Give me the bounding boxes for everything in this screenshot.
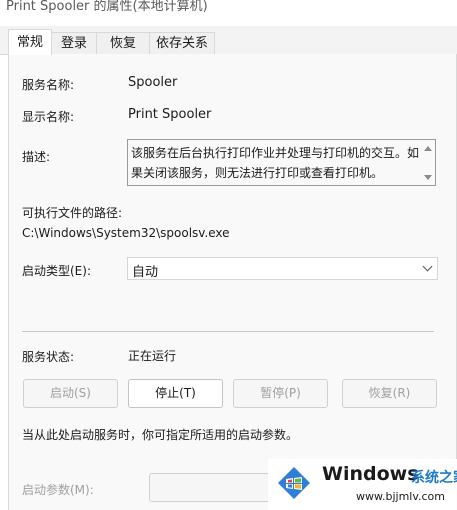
watermark: Windows 系统之家 www.bjjmlv.com xyxy=(268,459,457,510)
description-scrollbar[interactable] xyxy=(421,140,435,185)
scroll-up-icon[interactable] xyxy=(424,146,432,151)
service-name-label: 服务名称: xyxy=(22,78,75,92)
watermark-brand: Windows xyxy=(322,463,419,485)
tab-general[interactable]: 常规 xyxy=(8,29,52,55)
tab-recovery[interactable]: 恢复 xyxy=(96,32,150,54)
service-status-label: 服务状态: xyxy=(22,350,75,364)
tab-strip: 常规 登录 恢复 依存关系 xyxy=(0,26,457,55)
divider xyxy=(22,331,434,332)
pause-button[interactable]: 暂停(P) xyxy=(233,379,328,408)
chevron-down-icon xyxy=(422,261,433,272)
service-name-value: Spooler xyxy=(128,75,178,90)
description-label: 描述: xyxy=(22,150,51,164)
watermark-brand-cn: 系统之家 xyxy=(411,470,457,486)
display-name-value: Print Spooler xyxy=(128,107,212,122)
startup-type-label: 启动类型(E): xyxy=(22,264,91,278)
tab-dependencies[interactable]: 依存关系 xyxy=(149,32,215,54)
display-name-label: 显示名称: xyxy=(22,110,75,124)
executable-path-value: C:\Windows\System32\spoolsv.exe xyxy=(22,226,230,240)
title-bar: Print Spooler 的属性(本地计算机) xyxy=(0,0,457,26)
watermark-url: www.bjjmlv.com xyxy=(356,490,445,503)
window-title: Print Spooler 的属性(本地计算机) xyxy=(6,0,208,14)
stop-button[interactable]: 停止(T) xyxy=(128,379,223,408)
description-text: 该服务在后台执行打印作业并处理与打印机的交互。如果关闭该服务，则无法进行打印或查… xyxy=(131,146,420,180)
windows-logo-icon xyxy=(278,467,310,499)
start-params-input[interactable] xyxy=(149,473,274,502)
executable-path-label: 可执行文件的路径: xyxy=(22,206,123,220)
service-status-value: 正在运行 xyxy=(128,349,177,363)
startup-type-value: 自动 xyxy=(132,265,159,280)
tab-logon[interactable]: 登录 xyxy=(51,32,97,54)
startup-type-select[interactable]: 自动 xyxy=(127,257,438,280)
description-box[interactable]: 该服务在后台执行打印作业并处理与打印机的交互。如果关闭该服务，则无法进行打印或查… xyxy=(127,139,436,186)
start-hint-text: 当从此处启动服务时，你可指定所适用的启动参数。 xyxy=(22,428,299,442)
start-params-label: 启动参数(M): xyxy=(22,483,94,497)
start-button[interactable]: 启动(S) xyxy=(23,379,118,408)
resume-button[interactable]: 恢复(R) xyxy=(342,379,437,408)
scroll-down-icon[interactable] xyxy=(424,175,432,180)
